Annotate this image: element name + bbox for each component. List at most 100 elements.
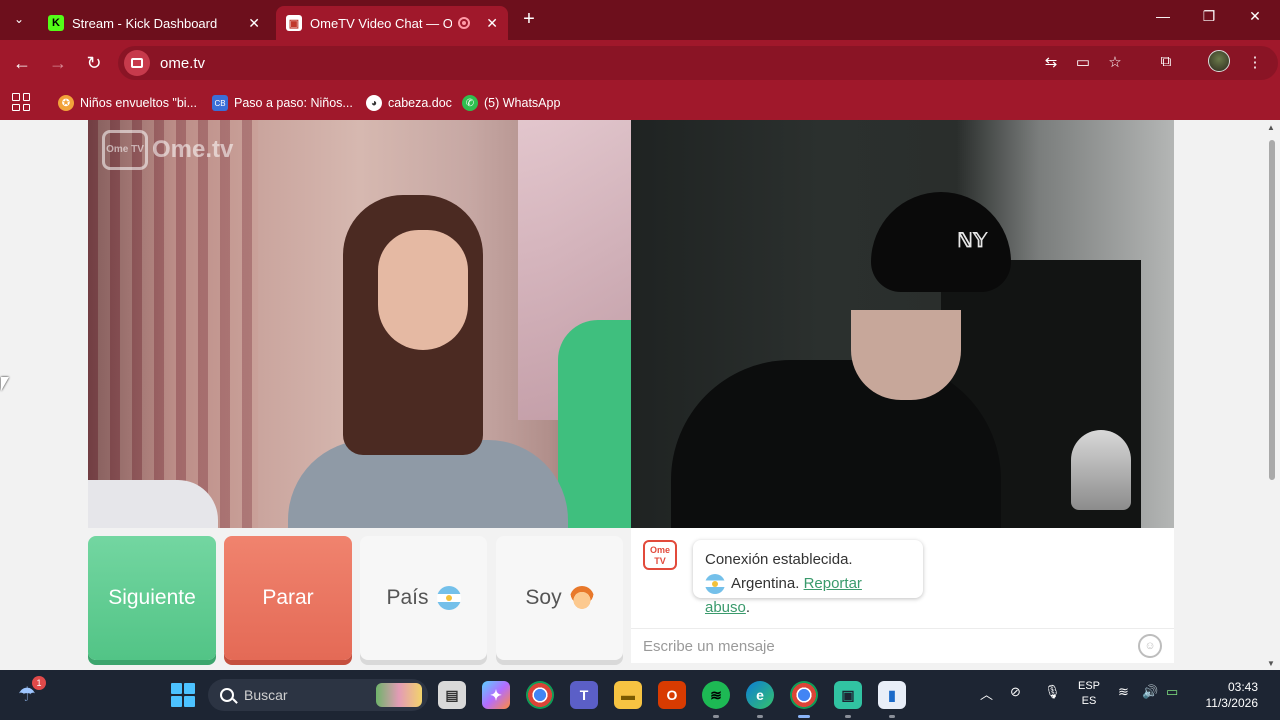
self-shirt	[671, 360, 1001, 528]
clock-time: 03:43	[1227, 680, 1258, 694]
argentina-flag-icon	[705, 574, 725, 595]
close-tab-icon[interactable]: ✕	[248, 15, 260, 32]
volume-icon[interactable]: 🔊	[1142, 684, 1158, 700]
tv-logo-icon: Ome TV	[102, 130, 148, 170]
install-app-icon[interactable]: ▭	[1072, 53, 1094, 73]
ometv-favicon-icon: ▣	[286, 15, 302, 31]
microphone-icon[interactable]: 🎙	[1044, 684, 1061, 700]
self-camera-video: ℕ𝕐	[631, 120, 1174, 528]
bookmark-item[interactable]: ✆ (5) WhatsApp	[462, 92, 560, 114]
profile-avatar[interactable]	[1208, 50, 1230, 72]
battery-charging-icon[interactable]: ▭	[1166, 684, 1178, 700]
new-tab-button[interactable]: +	[519, 8, 539, 30]
emoji-picker-icon[interactable]: ☺	[1138, 634, 1162, 658]
file-explorer-icon[interactable]: ▤	[438, 681, 466, 709]
ny-logo-icon: ℕ𝕐	[957, 230, 988, 252]
bookmark-favicon-icon: ✪	[58, 95, 74, 111]
location-off-icon[interactable]: ⊘	[1010, 684, 1021, 700]
country-button-label: País	[386, 586, 429, 609]
next-button-label: Siguiente	[108, 586, 196, 609]
language-code: ESP	[1077, 680, 1100, 692]
keyboard-layout-code: ES	[1081, 695, 1097, 707]
background-curtain	[88, 120, 258, 528]
bookmark-favicon-icon: CB	[212, 95, 228, 111]
app-icon[interactable]: ▮	[878, 681, 906, 718]
bookmark-label: Paso a paso: Niños...	[234, 96, 353, 110]
scrollbar-thumb[interactable]	[1269, 140, 1275, 480]
bookmark-label: (5) WhatsApp	[484, 96, 561, 110]
taskbar-search-box[interactable]: Buscar	[208, 679, 428, 711]
extensions-icon[interactable]: ⧉	[1155, 53, 1177, 73]
minimize-icon[interactable]: —	[1140, 8, 1186, 24]
close-tab-icon[interactable]: ✕	[486, 15, 498, 32]
argentina-flag-icon	[436, 586, 461, 610]
streamlabs-icon[interactable]: ▣	[834, 681, 862, 718]
more-menu-icon[interactable]: ⋮	[1244, 53, 1266, 73]
stop-button-label: Parar	[262, 586, 314, 609]
bookmark-label: cabeza.doc	[388, 96, 452, 110]
tab-ometv[interactable]: ▣ OmeTV Video Chat — Ome ✕	[276, 6, 508, 40]
show-hidden-icons-chevron-icon[interactable]: ︿	[980, 684, 993, 703]
input-language-indicator[interactable]: ESP ES	[1076, 679, 1102, 709]
tab-strip: ⌄ K Stream - Kick Dashboard ✕ ▣ OmeTV Vi…	[0, 0, 1280, 40]
search-icon	[220, 688, 234, 702]
chrome-icon[interactable]	[526, 681, 554, 709]
restore-icon[interactable]: ❐	[1186, 8, 1232, 25]
chat-panel: Ome TV Conexión establecida. Argentina. …	[631, 528, 1174, 663]
stop-button[interactable]: Parar	[224, 536, 352, 660]
mouse-cursor-icon	[1, 377, 9, 391]
bookmark-item[interactable]: CB Paso a paso: Niños...	[212, 92, 353, 114]
kick-favicon-icon: K	[48, 15, 64, 31]
wifi-icon[interactable]: ≋	[1118, 684, 1129, 700]
background-pillow	[88, 480, 218, 528]
tab-search-chevron-icon[interactable]: ⌄	[8, 8, 30, 30]
notification-badge: 1	[32, 676, 46, 690]
folder-icon[interactable]: ▬	[614, 681, 642, 709]
translate-icon[interactable]: ⇆	[1040, 53, 1062, 73]
tab-kick-dashboard[interactable]: K Stream - Kick Dashboard ✕	[38, 6, 270, 40]
bookmark-star-icon[interactable]: ☆	[1104, 53, 1126, 73]
message-input[interactable]: Escribe un mensaje	[631, 628, 1174, 663]
apps-grid-icon[interactable]	[12, 93, 30, 111]
spotify-icon[interactable]: ≋	[702, 681, 730, 718]
close-window-icon[interactable]: ✕	[1232, 8, 1278, 25]
bookmark-label: Niños envueltos "bi...	[80, 96, 197, 110]
bookmark-item[interactable]: ✪ Niños envueltos "bi...	[58, 92, 197, 114]
bookmark-item[interactable]: ◕ cabeza.doc	[366, 92, 452, 114]
system-clock[interactable]: 03:43 11/3/2026	[1196, 679, 1259, 711]
url-text: ome.tv	[160, 54, 206, 72]
stranger-video	[88, 120, 631, 528]
message-placeholder: Escribe un mensaje	[643, 637, 775, 655]
watermark-text: Ome.tv	[152, 136, 234, 163]
copilot-icon[interactable]: ✦	[482, 681, 510, 709]
page-scrollbar[interactable]: ▲ ▼	[1264, 120, 1280, 670]
boy-emoji-icon	[569, 586, 594, 610]
ometv-chat-logo-icon: Ome TV	[643, 540, 677, 570]
office-icon[interactable]: O	[658, 681, 686, 709]
back-arrow-icon[interactable]: ←	[10, 52, 34, 74]
camera-site-icon[interactable]	[124, 50, 150, 76]
weather-widget-icon[interactable]: ☂ 1	[18, 676, 46, 708]
next-button[interactable]: Siguiente	[88, 536, 216, 660]
search-label: Buscar	[244, 687, 288, 703]
country-text: Argentina.	[731, 575, 800, 592]
reload-icon[interactable]: ↻	[82, 52, 106, 74]
self-cap	[871, 192, 1011, 292]
report-suffix: .	[745, 599, 751, 616]
chrome-profile-icon[interactable]	[790, 681, 818, 718]
edge-icon[interactable]: e	[746, 681, 774, 718]
forward-arrow-icon[interactable]: →	[46, 52, 70, 74]
country-filter-button[interactable]: País	[360, 536, 487, 660]
teams-icon[interactable]: T	[570, 681, 598, 709]
bookmarks-bar: ✪ Niños envueltos "bi... CB Paso a paso:…	[0, 86, 1280, 120]
scroll-down-icon[interactable]: ▼	[1267, 659, 1275, 668]
windows-taskbar: ☂ 1 Buscar ▤ ✦ T ▬ O ≋ e ▣ ▮ ︿ ⊘ 🎙 ESP E…	[0, 670, 1280, 720]
whatsapp-icon: ✆	[462, 95, 478, 111]
gender-filter-button[interactable]: Soy	[496, 536, 623, 660]
second-person-shoulder	[558, 320, 631, 528]
windows-start-icon[interactable]	[171, 683, 195, 707]
system-message-bubble: Conexión establecida. Argentina. Reporta…	[693, 540, 923, 616]
recording-indicator-icon	[458, 17, 471, 29]
scroll-up-icon[interactable]: ▲	[1267, 123, 1275, 132]
stranger-face	[378, 230, 468, 350]
